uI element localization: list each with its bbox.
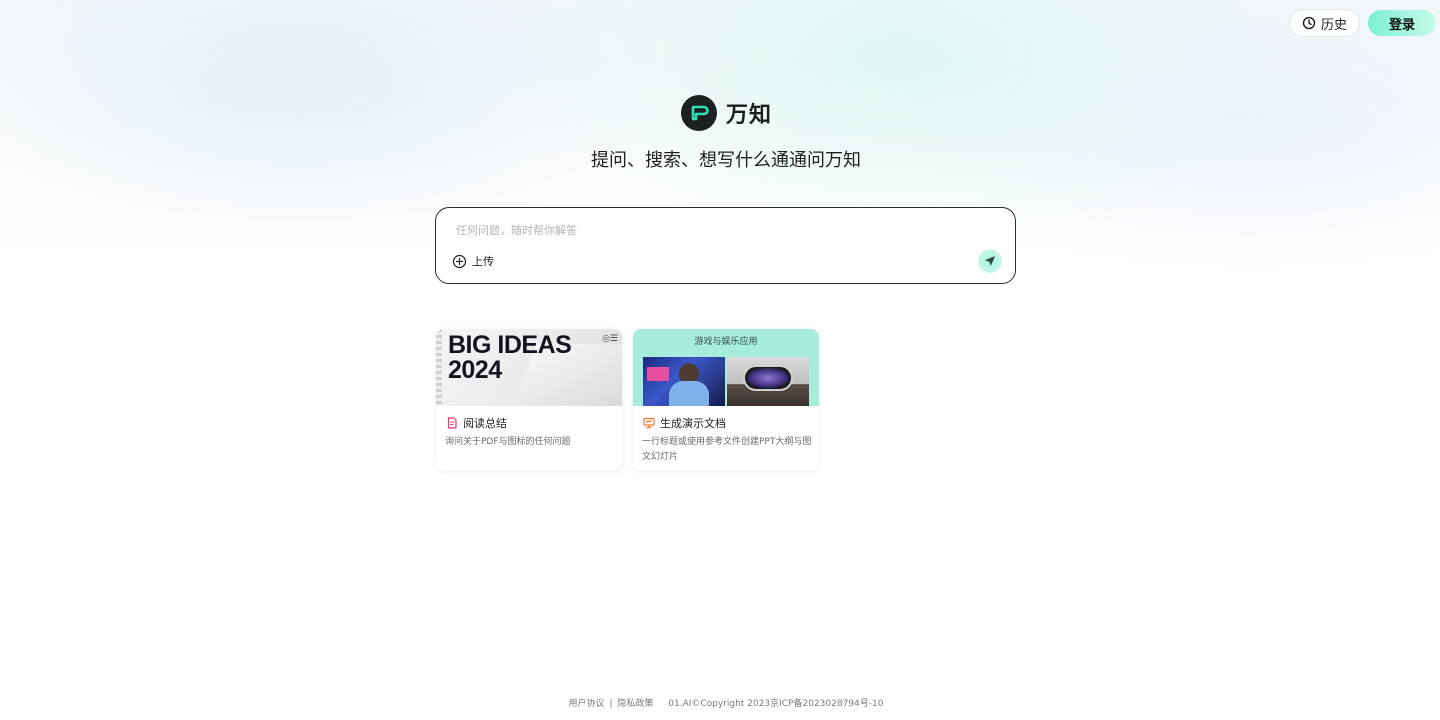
card-thumbnail: BIG IDEAS 2024 ◎☰ [436, 329, 622, 406]
user-agreement-link[interactable]: 用户协议 [569, 699, 605, 709]
privacy-policy-link[interactable]: 隐私政策 [617, 699, 653, 709]
brand-name: 万知 [726, 103, 773, 128]
history-label: 历史 [1320, 17, 1347, 33]
card-description: 一行标题或使用参考文件创建PPT大纲与图文幻灯片 [642, 437, 812, 462]
thumbnail-label: 游戏与娱乐应用 [694, 337, 758, 347]
footer-separator: | [609, 699, 613, 709]
clock-icon [1302, 16, 1316, 30]
card-generate-presentation[interactable]: 游戏与娱乐应用 生成演示文档 一行标题或使用参考文件创建PPT大纲与图文幻灯片 [633, 329, 819, 471]
card-read-summary[interactable]: BIG IDEAS 2024 ◎☰ 阅读总结 询问关于PDF与图标的任何问题 [436, 329, 622, 471]
plus-circle-icon [452, 254, 467, 268]
send-button[interactable] [978, 249, 1002, 273]
presentation-icon [643, 417, 655, 429]
brand: 万知 [681, 95, 772, 131]
search-box: 上传 [435, 207, 1016, 284]
thumbnail-logo-icon: ◎☰ [602, 334, 618, 344]
vr-headset-photo [727, 357, 809, 406]
chat-bubble-icon [691, 105, 709, 121]
thumbnail-text: BIG IDEAS 2024 [448, 331, 572, 384]
card-title: 生成演示文档 [643, 415, 726, 431]
tagline: 提问、搜索、想写什么通通问万知 [591, 150, 861, 171]
history-button[interactable]: 历史 [1289, 9, 1360, 37]
login-button[interactable]: 登录 [1368, 10, 1436, 36]
upload-label: 上传 [472, 255, 494, 268]
card-description: 询问关于PDF与图标的任何问题 [445, 437, 571, 447]
send-icon [985, 256, 995, 266]
copyright-text: 01.AI©Copyright 2023京ICP备2023028794号-10 [668, 699, 884, 709]
footer: 用户协议 | 隐私政策 01.AI©Copyright 2023京ICP备202… [0, 696, 1440, 709]
logo [681, 95, 717, 131]
search-input[interactable] [456, 220, 976, 240]
card-title: 阅读总结 [446, 415, 507, 431]
card-thumbnail: 游戏与娱乐应用 [633, 329, 819, 406]
upload-button[interactable]: 上传 [452, 253, 494, 269]
document-icon [447, 417, 457, 429]
gaming-photo [643, 357, 725, 406]
